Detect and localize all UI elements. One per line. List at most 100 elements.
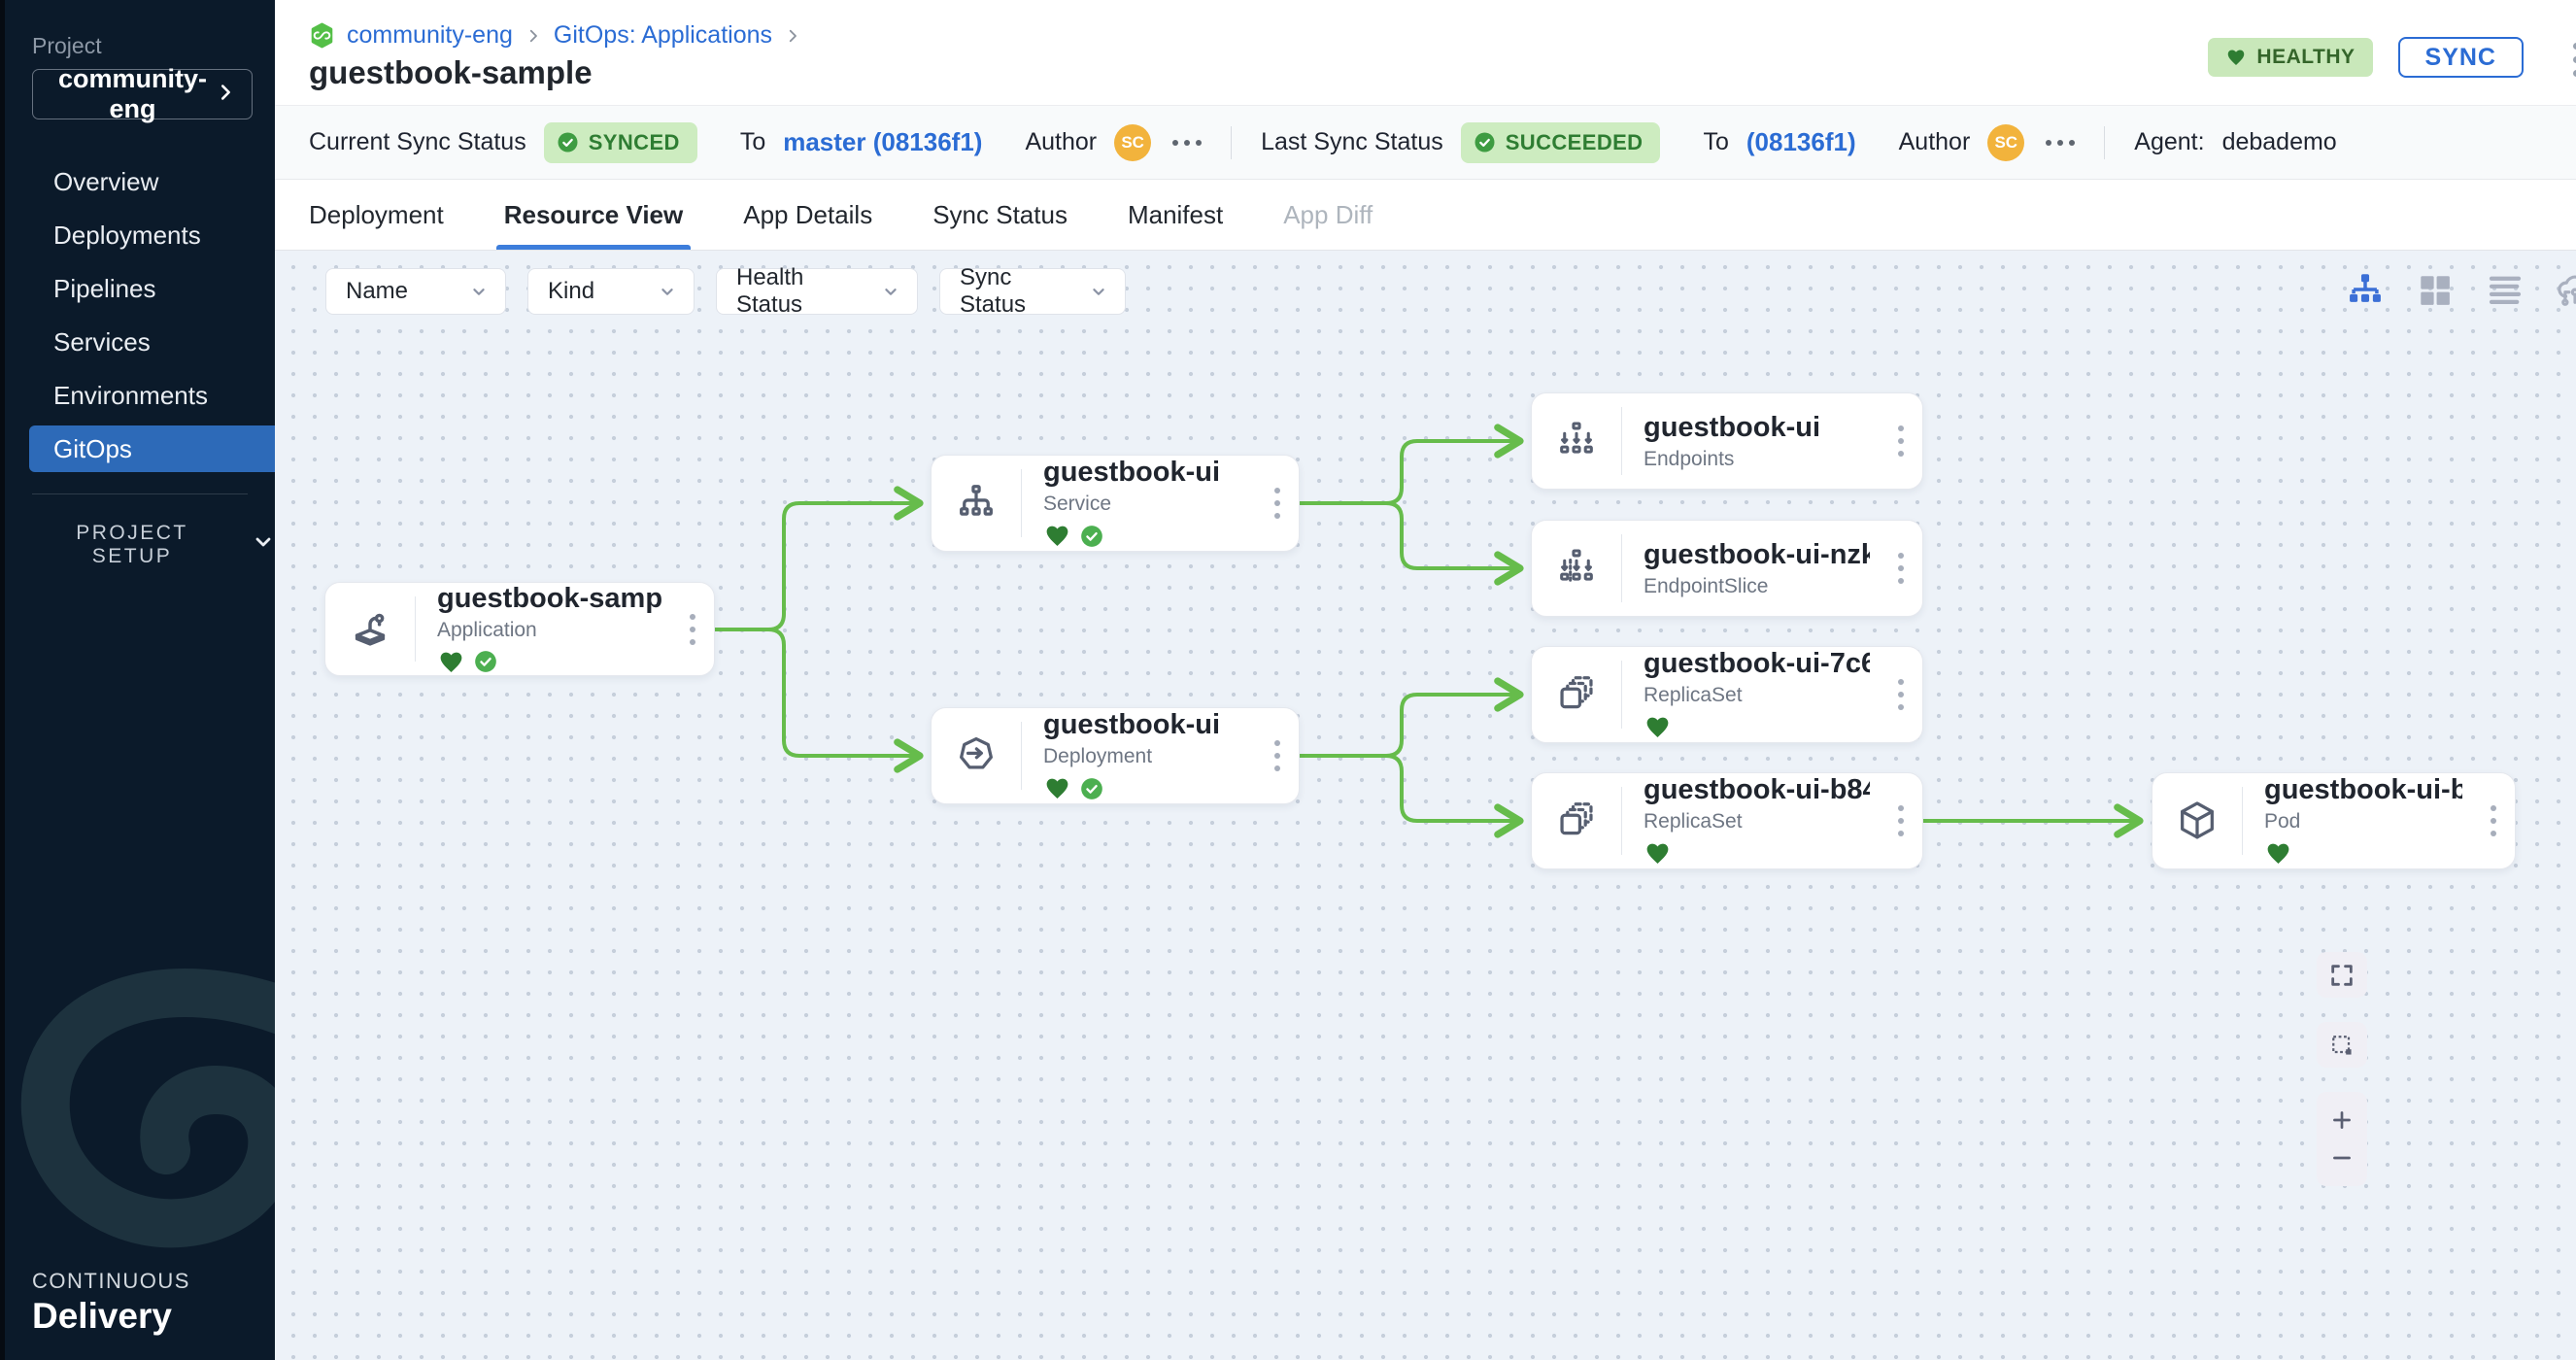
tab-sync-status[interactable]: Sync Status xyxy=(932,180,1068,250)
resource-node-pod[interactable]: guestbook-ui-b848d5d9... Pod xyxy=(2152,772,2516,869)
node-menu-kebab-icon[interactable] xyxy=(1256,740,1299,771)
node-title: guestbook-sample xyxy=(437,583,661,615)
author-avatar: SC xyxy=(1987,124,2024,161)
filter-name-dropdown[interactable]: Name xyxy=(325,268,506,315)
agent-value: debademo xyxy=(2222,128,2337,156)
node-title: guestbook-ui xyxy=(1644,412,1870,444)
cloud-network-view-icon[interactable] xyxy=(2555,270,2576,311)
node-menu-kebab-icon[interactable] xyxy=(1880,425,1922,457)
service-icon xyxy=(932,481,1021,526)
breadcrumb-link-gitops-applications[interactable]: GitOps: Applications xyxy=(554,21,772,50)
resource-node-replicaset-7c64987dc9[interactable]: guestbook-ui-7c64987dc9 ReplicaSet xyxy=(1531,646,1923,743)
filter-health-status-dropdown[interactable]: Health Status xyxy=(716,268,918,315)
node-menu-kebab-icon[interactable] xyxy=(1880,679,1922,710)
node-menu-kebab-icon[interactable] xyxy=(671,614,714,645)
tab-deployment[interactable]: Deployment xyxy=(309,180,444,250)
author-label: Author xyxy=(1025,128,1097,156)
last-sync-status-label: Last Sync Status xyxy=(1261,128,1443,156)
replicaset-icon xyxy=(1532,672,1621,717)
fullscreen-button[interactable] xyxy=(2317,952,2367,998)
app-tabs: Deployment Resource View App Details Syn… xyxy=(275,180,2576,251)
current-sync-status-label: Current Sync Status xyxy=(309,128,526,156)
resource-filters: Name Kind Health Status Sync Status xyxy=(325,268,1126,315)
author-avatar: SC xyxy=(1114,124,1151,161)
sync-button[interactable]: SYNC xyxy=(2398,37,2524,78)
resource-node-replicaset-b848d5d9d[interactable]: guestbook-ui-b848d5d9d ReplicaSet xyxy=(1531,772,1923,869)
synced-check-icon xyxy=(1079,776,1104,801)
healthy-heart-icon xyxy=(1644,713,1672,741)
zoom-control xyxy=(2317,1092,2367,1186)
replicaset-icon xyxy=(1532,799,1621,843)
healthy-heart-icon xyxy=(1043,774,1071,802)
check-circle-icon xyxy=(556,130,580,154)
resource-node-service[interactable]: guestbook-ui Service xyxy=(931,455,1300,552)
resource-node-deployment[interactable]: guestbook-ui Deployment xyxy=(931,707,1300,804)
node-menu-kebab-icon[interactable] xyxy=(1880,553,1922,584)
sync-status-bar: Current Sync Status SYNCED To master (08… xyxy=(275,105,2576,180)
brand-logo: CONTINUOUS Delivery xyxy=(32,1269,190,1337)
gitops-logo-icon xyxy=(309,22,335,49)
sidebar-item-environments[interactable]: Environments xyxy=(29,372,275,419)
sidebar-item-gitops[interactable]: GitOps xyxy=(29,425,275,472)
node-menu-kebab-icon[interactable] xyxy=(1880,805,1922,836)
grid-view-icon[interactable] xyxy=(2415,270,2456,311)
node-title: guestbook-ui-nzklt xyxy=(1644,539,1870,571)
node-menu-kebab-icon[interactable] xyxy=(1256,488,1299,519)
sidebar-item-deployments[interactable]: Deployments xyxy=(29,212,275,258)
canvas-controls xyxy=(2317,952,2367,1186)
tab-manifest[interactable]: Manifest xyxy=(1128,180,1223,250)
node-title: guestbook-ui xyxy=(1043,709,1246,741)
divider xyxy=(2104,126,2105,159)
page-header: community-eng GitOps: Applications guest… xyxy=(275,0,2576,105)
sidebar-item-pipelines[interactable]: Pipelines xyxy=(29,265,275,312)
header-actions: HEALTHY SYNC xyxy=(2208,37,2524,78)
resource-node-endpointslice[interactable]: guestbook-ui-nzklt EndpointSlice xyxy=(1531,520,1923,617)
list-view-icon[interactable] xyxy=(2485,270,2525,311)
tab-resource-view[interactable]: Resource View xyxy=(504,180,684,250)
sidebar-item-services[interactable]: Services xyxy=(29,319,275,365)
more-authors-icon[interactable] xyxy=(1172,140,1202,146)
last-target-revision-link[interactable]: (08136f1) xyxy=(1746,127,1856,157)
heart-icon xyxy=(2225,47,2247,68)
filter-kind-dropdown[interactable]: Kind xyxy=(527,268,695,315)
node-title: guestbook-ui-b848d5d9d xyxy=(1644,774,1870,806)
to-label: To xyxy=(740,128,765,156)
healthy-heart-icon xyxy=(1644,839,1672,867)
resource-node-endpoints[interactable]: guestbook-ui Endpoints xyxy=(1531,392,1923,490)
sidebar-item-overview[interactable]: Overview xyxy=(29,158,275,205)
synced-check-icon xyxy=(473,649,498,674)
tree-view-icon[interactable] xyxy=(2345,270,2386,311)
zoom-in-button[interactable] xyxy=(2328,1106,2356,1134)
sidebar: Project community-eng Overview Deploymen… xyxy=(0,0,275,1360)
healthy-heart-icon xyxy=(1043,522,1071,550)
resource-graph-canvas[interactable]: Name Kind Health Status Sync Status xyxy=(275,251,2576,1360)
node-kind: ReplicaSet xyxy=(1644,684,1870,707)
zoom-out-button[interactable] xyxy=(2328,1144,2356,1172)
tab-app-details[interactable]: App Details xyxy=(743,180,872,250)
synced-check-icon xyxy=(1079,524,1104,549)
node-title: guestbook-ui-7c64987dc9 xyxy=(1644,648,1870,680)
node-kind: Service xyxy=(1043,493,1246,516)
node-title: guestbook-ui xyxy=(1043,457,1246,489)
check-circle-icon xyxy=(1473,130,1497,154)
breadcrumb: community-eng GitOps: Applications xyxy=(309,21,801,50)
node-kind: Deployment xyxy=(1043,745,1246,768)
node-kind: EndpointSlice xyxy=(1644,575,1870,598)
node-menu-kebab-icon[interactable] xyxy=(2472,805,2515,836)
chevron-down-icon xyxy=(657,281,678,302)
endpoints-icon xyxy=(1532,419,1621,463)
more-authors-icon[interactable] xyxy=(2046,140,2075,146)
project-setup-toggle[interactable]: PROJECT SETUP xyxy=(53,522,275,568)
current-target-revision-link[interactable]: master (08136f1) xyxy=(783,127,982,157)
deployment-icon xyxy=(932,733,1021,778)
filter-sync-status-dropdown[interactable]: Sync Status xyxy=(939,268,1126,315)
resource-node-application[interactable]: guestbook-sample Application xyxy=(324,582,715,676)
selection-mode-button[interactable] xyxy=(2317,1022,2367,1068)
project-selector[interactable]: community-eng xyxy=(32,69,253,119)
node-kind: Application xyxy=(437,619,661,642)
chevron-down-icon xyxy=(1088,281,1109,302)
view-mode-switcher xyxy=(2345,270,2576,311)
breadcrumb-link-project[interactable]: community-eng xyxy=(347,21,513,50)
divider xyxy=(1231,126,1232,159)
to-label: To xyxy=(1703,128,1728,156)
